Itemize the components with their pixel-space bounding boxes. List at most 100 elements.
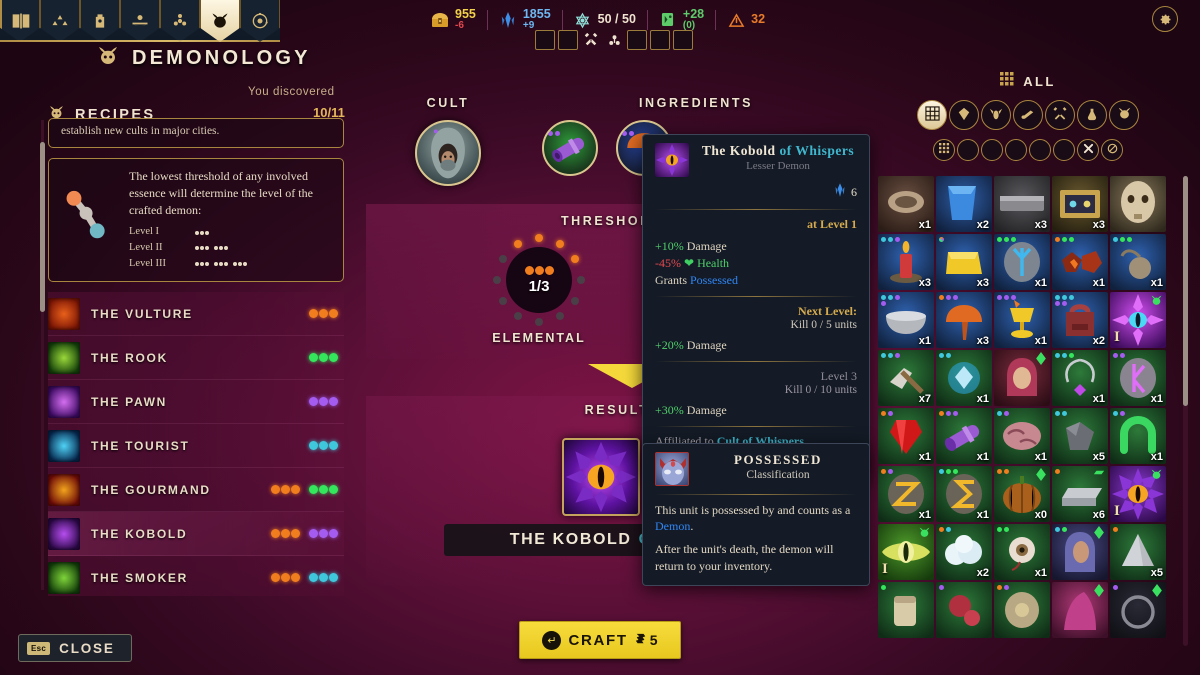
filter-death-essence[interactable] <box>1005 139 1027 161</box>
filter-elemental-essence[interactable] <box>981 139 1003 161</box>
filter-potion[interactable] <box>1077 100 1107 130</box>
item-slot-0[interactable] <box>535 30 555 50</box>
inventory-item[interactable]: x1 <box>994 292 1050 348</box>
inventory-item[interactable] <box>994 582 1050 638</box>
resource-food: +28 (0) <box>648 7 715 32</box>
inventory-item[interactable]: x3 <box>878 234 934 290</box>
inventory-item[interactable]: I <box>1110 466 1166 522</box>
inventory-item[interactable]: x2 <box>936 176 992 232</box>
inventory-item[interactable] <box>994 350 1050 406</box>
tab-factions[interactable] <box>40 0 80 42</box>
inventory-item[interactable]: x1 <box>994 524 1050 580</box>
recipe-row[interactable]: The Kobold <box>48 512 344 557</box>
essence-dot <box>291 485 300 495</box>
scrollbar-thumb[interactable] <box>1183 176 1188 406</box>
item-slot-1[interactable] <box>558 30 578 50</box>
inventory-item[interactable]: x1 <box>936 350 992 406</box>
recipe-row[interactable]: The Tourist <box>48 424 344 469</box>
inventory-item[interactable]: I <box>1110 292 1166 348</box>
inventory-item[interactable]: x1 <box>878 408 934 464</box>
filter-scroll[interactable] <box>1013 100 1043 130</box>
inventory-item[interactable] <box>1052 582 1108 638</box>
recipe-row[interactable]: The Smoker <box>48 556 344 596</box>
inventory-item[interactable] <box>1052 524 1108 580</box>
item-slot-3[interactable] <box>650 30 670 50</box>
filter-demon[interactable] <box>1109 100 1139 130</box>
recipe-row[interactable]: The Gourmand <box>48 468 344 513</box>
top-tab-bar[interactable] <box>0 0 280 42</box>
essence-dot <box>238 262 242 267</box>
craft-button[interactable]: ↵ Craft 5 <box>519 621 681 659</box>
item-slot-4[interactable] <box>673 30 693 50</box>
inventory-item[interactable]: x3 <box>936 292 992 348</box>
recipe-row[interactable]: The Rook <box>48 336 344 381</box>
inventory-item[interactable] <box>936 582 992 638</box>
hooded-cultist-icon[interactable] <box>415 120 481 186</box>
filter-tools[interactable] <box>1045 100 1075 130</box>
item-slot-2[interactable] <box>627 30 647 50</box>
inventory-item[interactable]: x1 <box>994 408 1050 464</box>
inventory-item[interactable]: x1 <box>1110 234 1166 290</box>
recipes-scrollbar[interactable] <box>40 120 46 590</box>
inventory-item[interactable]: x1 <box>936 408 992 464</box>
inventory-item[interactable]: x3 <box>1052 176 1108 232</box>
inventory-item[interactable]: x0 <box>994 466 1050 522</box>
close-button[interactable]: Esc Close <box>18 634 132 662</box>
essence-dot <box>224 262 228 267</box>
tab-codex[interactable] <box>0 0 40 42</box>
inventory-item[interactable]: x3 <box>994 176 1050 232</box>
inventory-scrollbar[interactable] <box>1183 176 1188 646</box>
item-quantity: x3 <box>918 277 931 289</box>
inventory-item[interactable]: I <box>878 524 934 580</box>
inventory-item[interactable]: x5 <box>1110 524 1166 580</box>
tab-rituals[interactable] <box>120 0 160 42</box>
inventory-item[interactable] <box>878 582 934 638</box>
filter-rainbow-essence[interactable] <box>957 139 979 161</box>
essence-filter-row[interactable] <box>878 139 1178 161</box>
filter-all-grid[interactable] <box>917 100 947 130</box>
filter-none-essence[interactable] <box>1077 139 1099 161</box>
tooltip-demon-name: The Kobold of Whispers <box>699 143 857 159</box>
item-slot-bar[interactable] <box>535 30 693 50</box>
scrollbar-thumb[interactable] <box>40 142 45 312</box>
inventory-item[interactable]: x1 <box>878 176 934 232</box>
inventory-item[interactable]: x5 <box>1052 408 1108 464</box>
inventory-item[interactable]: x1 <box>1110 350 1166 406</box>
filter-creature[interactable] <box>981 100 1011 130</box>
inventory-item[interactable]: x1 <box>1110 408 1166 464</box>
inventory-item[interactable]: x2 <box>1052 292 1108 348</box>
recipe-row[interactable]: The Pawn <box>48 380 344 425</box>
category-filter-row[interactable] <box>878 100 1178 130</box>
inventory-item[interactable]: x1 <box>994 234 1050 290</box>
inventory-item[interactable]: x1 <box>1052 350 1108 406</box>
inventory-item[interactable]: x7 <box>878 350 934 406</box>
filter-mind-essence[interactable] <box>1053 139 1075 161</box>
inventory-item[interactable]: x1 <box>878 292 934 348</box>
recipe-row[interactable]: The Vulture <box>48 292 344 337</box>
inventory-item[interactable]: x1 <box>878 466 934 522</box>
inventory-grid[interactable]: x1 x2 x3 x3 x3 x3 x1 x1 x1 x1 x3 x1 x2 Ix7 x1 x1 x1 x1 x1 x… <box>878 176 1170 638</box>
inventory-item[interactable] <box>1110 582 1166 638</box>
inventory-item[interactable]: x1 <box>1052 234 1108 290</box>
essence-dot <box>1004 411 1009 416</box>
tab-demonology[interactable] <box>200 0 240 42</box>
tab-astrology[interactable] <box>240 0 280 42</box>
tab-buildings[interactable] <box>80 0 120 42</box>
filter-life-essence[interactable] <box>1029 139 1051 161</box>
inventory-item[interactable]: x1 <box>936 466 992 522</box>
essence-dot <box>946 295 951 300</box>
recipes-list[interactable]: establish new cults in major cities. The… <box>48 118 344 596</box>
inventory-item[interactable] <box>1110 176 1166 232</box>
inventory-item[interactable]: x2 <box>936 524 992 580</box>
filter-grid-small[interactable] <box>933 139 955 161</box>
recipe-rows[interactable]: The Vulture The Rook The Pawn The Tourist Th… <box>48 292 344 596</box>
tab-alchemy[interactable] <box>160 0 200 42</box>
filter-blocked-essence[interactable] <box>1101 139 1123 161</box>
page-title: Demonology <box>132 47 311 69</box>
inventory-item[interactable]: x3 <box>936 234 992 290</box>
gear-icon[interactable] <box>1152 6 1178 32</box>
ingredient-slot-0[interactable] <box>542 120 598 176</box>
filter-gem[interactable] <box>949 100 979 130</box>
inventory-item[interactable]: x6 <box>1052 466 1108 522</box>
result-item-icon[interactable] <box>562 438 640 516</box>
